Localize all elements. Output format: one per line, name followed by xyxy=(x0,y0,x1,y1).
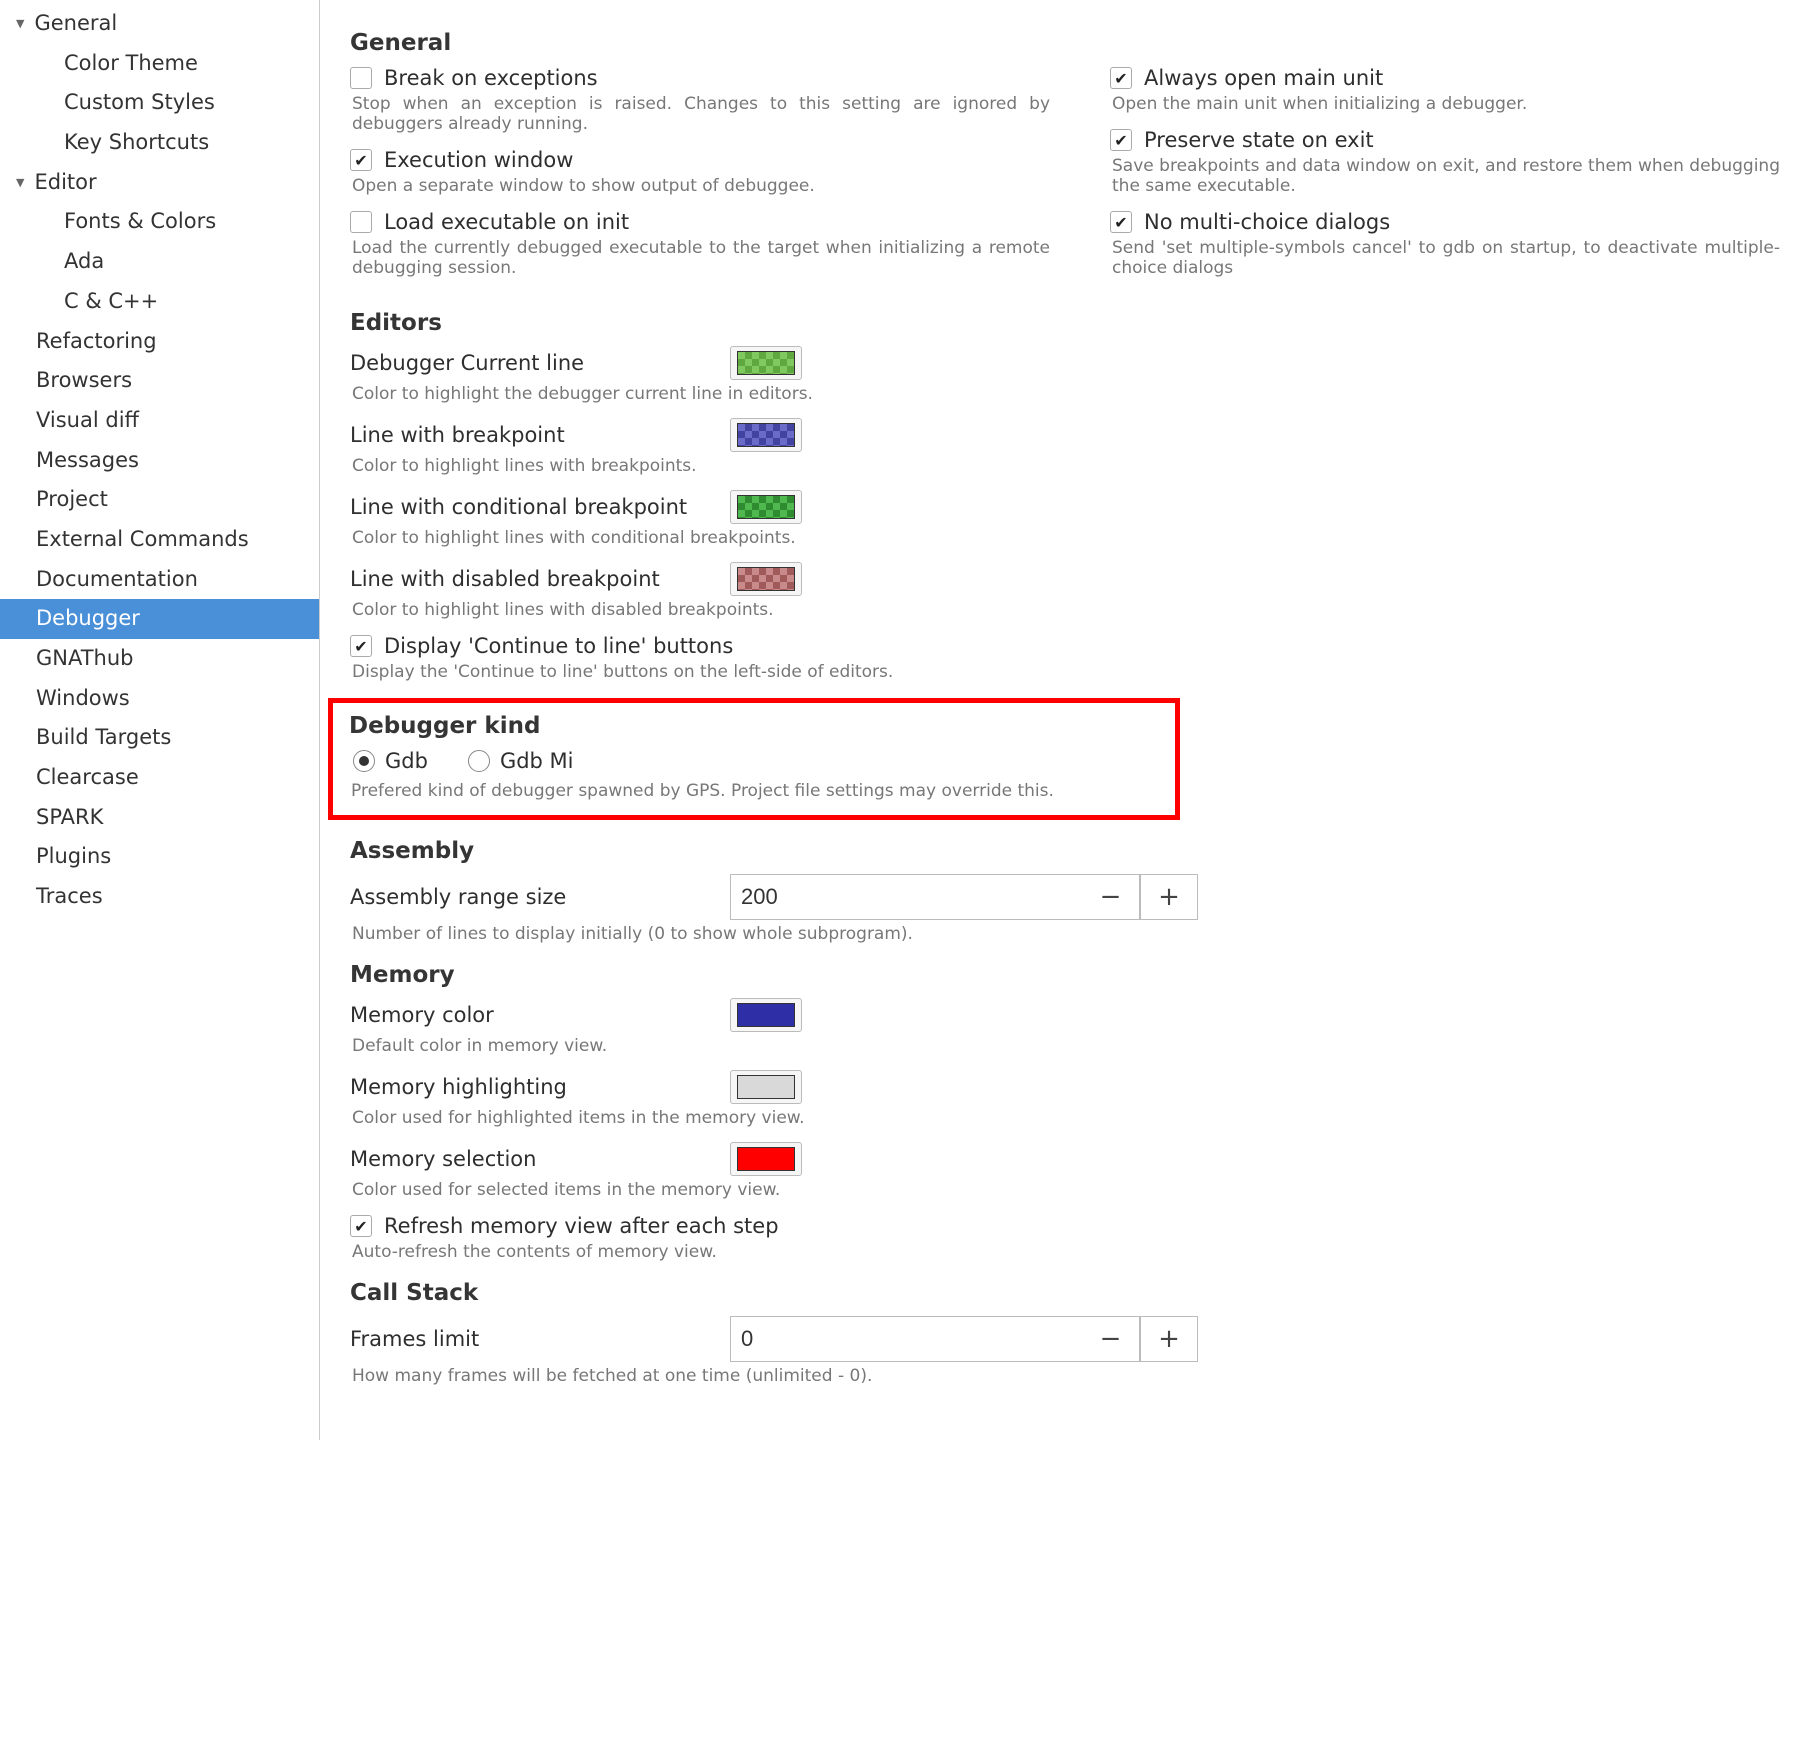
debugger-kind-gdb-label: Gdb xyxy=(385,749,428,773)
preserve-state-checkbox[interactable] xyxy=(1110,129,1132,151)
execution-window-desc: Open a separate window to show output of… xyxy=(350,176,1050,196)
assembly-range-decrement[interactable]: − xyxy=(1082,874,1140,920)
break-on-exceptions-desc: Stop when an exception is raised. Change… xyxy=(350,94,1050,134)
no-multichoice-label: No multi-choice dialogs xyxy=(1144,210,1390,234)
refresh-memory-checkbox[interactable] xyxy=(350,1215,372,1237)
sidebar-item-build-targets[interactable]: Build Targets xyxy=(0,718,319,758)
sidebar-item-project[interactable]: Project xyxy=(0,480,319,520)
sidebar-item-external-commands[interactable]: External Commands xyxy=(0,520,319,560)
cond-bp-color-button[interactable] xyxy=(730,490,802,524)
continue-to-line-desc: Display the 'Continue to line' buttons o… xyxy=(350,662,1780,682)
sidebar-item-messages[interactable]: Messages xyxy=(0,441,319,481)
sidebar-item-debugger[interactable]: Debugger xyxy=(0,599,319,639)
sidebar-item-ada[interactable]: Ada xyxy=(0,242,319,282)
break-on-exceptions-label: Break on exceptions xyxy=(384,66,598,90)
memory-sel-button[interactable] xyxy=(730,1142,802,1176)
frames-limit-input[interactable] xyxy=(730,1316,1082,1362)
memory-sel-desc: Color used for selected items in the mem… xyxy=(350,1180,1780,1200)
assembly-range-input[interactable] xyxy=(730,874,1082,920)
section-debugger-kind: Debugger kind xyxy=(349,713,1159,739)
sidebar-item-browsers[interactable]: Browsers xyxy=(0,361,319,401)
section-callstack: Call Stack xyxy=(350,1280,1780,1306)
execution-window-checkbox[interactable] xyxy=(350,149,372,171)
memory-color-desc: Default color in memory view. xyxy=(350,1036,1780,1056)
section-memory: Memory xyxy=(350,962,1780,988)
open-main-unit-checkbox[interactable] xyxy=(1110,67,1132,89)
frames-limit-increment[interactable]: + xyxy=(1140,1316,1198,1362)
disabled-bp-desc: Color to highlight lines with disabled b… xyxy=(350,600,1780,620)
debugger-kind-gdbmi-label: Gdb Mi xyxy=(500,749,574,773)
cond-bp-label: Line with conditional breakpoint xyxy=(350,495,710,519)
sidebar-item-plugins[interactable]: Plugins xyxy=(0,837,319,877)
memory-hl-button[interactable] xyxy=(730,1070,802,1104)
cond-bp-desc: Color to highlight lines with conditiona… xyxy=(350,528,1780,548)
preserve-state-desc: Save breakpoints and data window on exit… xyxy=(1110,156,1780,196)
refresh-memory-desc: Auto-refresh the contents of memory view… xyxy=(350,1242,1780,1262)
debugger-kind-desc: Prefered kind of debugger spawned by GPS… xyxy=(349,781,1159,801)
section-editors: Editors xyxy=(350,310,1780,336)
sidebar-item-gnathub[interactable]: GNAThub xyxy=(0,639,319,679)
sidebar-item-traces[interactable]: Traces xyxy=(0,877,319,917)
sidebar-item-editor[interactable]: Editor xyxy=(0,163,319,203)
load-executable-checkbox[interactable] xyxy=(350,211,372,233)
sidebar-item-visual-diff[interactable]: Visual diff xyxy=(0,401,319,441)
open-main-unit-label: Always open main unit xyxy=(1144,66,1383,90)
sidebar-item-spark[interactable]: SPARK xyxy=(0,798,319,838)
assembly-range-increment[interactable]: + xyxy=(1140,874,1198,920)
current-line-label: Debugger Current line xyxy=(350,351,710,375)
frames-limit-decrement[interactable]: − xyxy=(1082,1316,1140,1362)
open-main-unit-desc: Open the main unit when initializing a d… xyxy=(1110,94,1780,114)
disabled-bp-color-button[interactable] xyxy=(730,562,802,596)
sidebar-item-color-theme[interactable]: Color Theme xyxy=(0,44,319,84)
continue-to-line-label: Display 'Continue to line' buttons xyxy=(384,634,733,658)
no-multichoice-checkbox[interactable] xyxy=(1110,211,1132,233)
sidebar-item-c-c-[interactable]: C & C++ xyxy=(0,282,319,322)
memory-hl-label: Memory highlighting xyxy=(350,1075,710,1099)
assembly-range-desc: Number of lines to display initially (0 … xyxy=(350,924,1780,944)
section-general: General xyxy=(350,30,1780,56)
sidebar-item-refactoring[interactable]: Refactoring xyxy=(0,322,319,362)
preserve-state-label: Preserve state on exit xyxy=(1144,128,1374,152)
break-on-exceptions-checkbox[interactable] xyxy=(350,67,372,89)
sidebar-item-fonts-colors[interactable]: Fonts & Colors xyxy=(0,202,319,242)
bp-line-color-button[interactable] xyxy=(730,418,802,452)
debugger-kind-gdbmi-radio[interactable] xyxy=(468,750,490,772)
execution-window-label: Execution window xyxy=(384,148,573,172)
memory-sel-label: Memory selection xyxy=(350,1147,710,1171)
assembly-range-label: Assembly range size xyxy=(350,885,710,909)
sidebar-item-key-shortcuts[interactable]: Key Shortcuts xyxy=(0,123,319,163)
debugger-kind-gdb-radio[interactable] xyxy=(353,750,375,772)
sidebar-item-windows[interactable]: Windows xyxy=(0,679,319,719)
frames-limit-desc: How many frames will be fetched at one t… xyxy=(350,1366,1780,1386)
section-assembly: Assembly xyxy=(350,838,1780,864)
debugger-kind-highlight: Debugger kind Gdb Gdb Mi Prefered kind o… xyxy=(328,698,1180,820)
no-multichoice-desc: Send 'set multiple-symbols cancel' to gd… xyxy=(1110,238,1780,278)
continue-to-line-checkbox[interactable] xyxy=(350,635,372,657)
preferences-main-panel: General Break on exceptions Stop when an… xyxy=(320,0,1800,1440)
current-line-desc: Color to highlight the debugger current … xyxy=(350,384,1780,404)
load-executable-desc: Load the currently debugged executable t… xyxy=(350,238,1050,278)
sidebar-item-documentation[interactable]: Documentation xyxy=(0,560,319,600)
current-line-color-button[interactable] xyxy=(730,346,802,380)
bp-line-desc: Color to highlight lines with breakpoint… xyxy=(350,456,1780,476)
sidebar-item-clearcase[interactable]: Clearcase xyxy=(0,758,319,798)
sidebar-item-general[interactable]: General xyxy=(0,4,319,44)
load-executable-label: Load executable on init xyxy=(384,210,629,234)
frames-limit-label: Frames limit xyxy=(350,1327,710,1351)
bp-line-label: Line with breakpoint xyxy=(350,423,710,447)
refresh-memory-label: Refresh memory view after each step xyxy=(384,1214,779,1238)
sidebar-item-custom-styles[interactable]: Custom Styles xyxy=(0,83,319,123)
preferences-sidebar: GeneralColor ThemeCustom StylesKey Short… xyxy=(0,0,320,1440)
memory-color-label: Memory color xyxy=(350,1003,710,1027)
memory-color-button[interactable] xyxy=(730,998,802,1032)
memory-hl-desc: Color used for highlighted items in the … xyxy=(350,1108,1780,1128)
disabled-bp-label: Line with disabled breakpoint xyxy=(350,567,710,591)
